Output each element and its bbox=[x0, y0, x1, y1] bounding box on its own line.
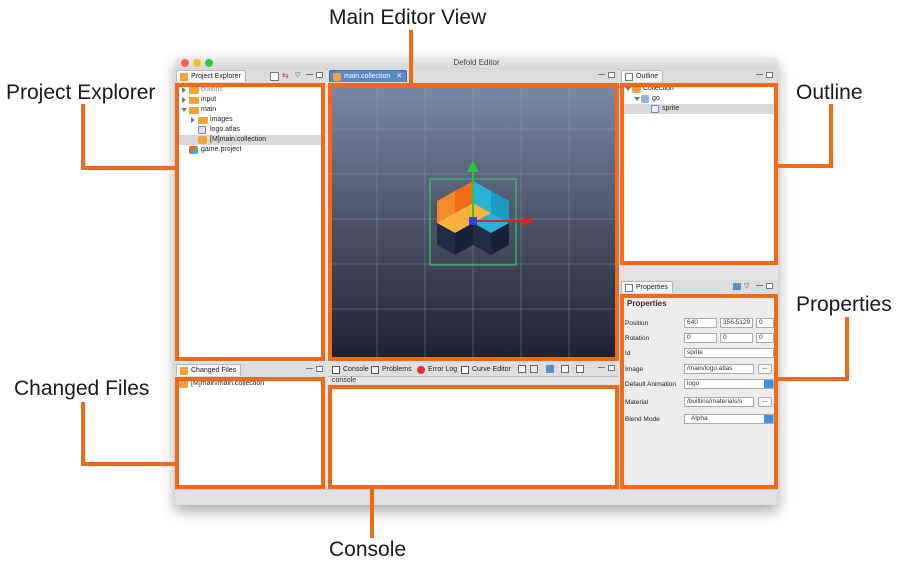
pin-console-icon[interactable] bbox=[546, 365, 554, 373]
changed-files-icon bbox=[180, 367, 188, 375]
error-log-icon bbox=[417, 366, 425, 374]
problems-icon bbox=[371, 366, 379, 374]
highlight-console bbox=[328, 385, 619, 489]
connector-console bbox=[370, 488, 374, 538]
tab-outline-label: Outline bbox=[636, 73, 659, 80]
console-icon bbox=[332, 366, 340, 374]
tab-changed-files[interactable]: Changed Files bbox=[176, 364, 242, 376]
outline-icon bbox=[625, 73, 633, 81]
tab-error-log-label: Error Log bbox=[428, 366, 458, 373]
tab-changed-files-label: Changed Files bbox=[191, 367, 237, 374]
connector-project-explorer bbox=[81, 104, 85, 170]
highlight-project-explorer bbox=[175, 83, 325, 361]
status-bar bbox=[175, 489, 778, 505]
tab-curve-editor[interactable]: Curve Editor bbox=[460, 364, 511, 376]
tab-problems-label: Problems bbox=[382, 366, 412, 373]
annotation-project-explorer: Project Explorer bbox=[6, 81, 156, 104]
tab-properties-label: Properties bbox=[636, 284, 668, 291]
minimize-panel-icon[interactable] bbox=[598, 74, 605, 76]
annotation-outline: Outline bbox=[796, 81, 863, 104]
project-explorer-tabbar: Project Explorer ⇆ ▽ bbox=[175, 69, 326, 84]
tab-problems[interactable]: Problems bbox=[370, 364, 412, 376]
minimize-panel-icon[interactable] bbox=[306, 368, 313, 370]
tab-project-explorer[interactable]: Project Explorer bbox=[176, 70, 246, 82]
tab-main-collection[interactable]: main.collection ✕ bbox=[329, 70, 408, 82]
tab-curve-editor-label: Curve Editor bbox=[472, 366, 511, 373]
minimize-panel-icon[interactable] bbox=[756, 285, 763, 287]
connector-properties bbox=[776, 377, 849, 381]
changed-files-tabbar: Changed Files bbox=[175, 363, 326, 378]
connector-outline bbox=[829, 104, 833, 168]
tab-properties[interactable]: Properties bbox=[621, 281, 673, 293]
tab-project-explorer-label: Project Explorer bbox=[191, 73, 241, 80]
open-console-icon[interactable] bbox=[576, 365, 584, 373]
properties-icon bbox=[625, 284, 633, 292]
maximize-panel-icon[interactable] bbox=[316, 72, 323, 78]
annotation-console: Console bbox=[329, 538, 407, 561]
connector-outline bbox=[776, 164, 833, 168]
highlight-changed-files bbox=[175, 377, 325, 489]
annotation-properties: Properties bbox=[796, 293, 892, 316]
outline-tabbar: Outline bbox=[620, 69, 778, 84]
maximize-panel-icon[interactable] bbox=[316, 366, 323, 372]
connector-properties bbox=[845, 317, 849, 381]
maximize-panel-icon[interactable] bbox=[608, 365, 615, 371]
minimize-panel-icon[interactable] bbox=[756, 74, 763, 76]
clear-console-icon[interactable] bbox=[518, 365, 526, 373]
tab-outline[interactable]: Outline bbox=[621, 70, 664, 82]
tab-main-collection-label: main.collection bbox=[344, 73, 391, 80]
highlight-properties bbox=[620, 294, 778, 489]
connector-changed-files bbox=[81, 462, 176, 466]
tab-error-log[interactable]: Error Log bbox=[416, 364, 457, 376]
connector-project-explorer bbox=[81, 166, 176, 170]
console-tabbar: Console Problems Error Log Curve Editor bbox=[328, 362, 618, 377]
editor-tabbar: main.collection ✕ bbox=[328, 69, 618, 84]
minimize-panel-icon[interactable] bbox=[598, 367, 605, 369]
link-editor-icon[interactable]: ⇆ bbox=[282, 71, 289, 80]
tab-console-label: Console bbox=[343, 366, 369, 373]
tab-console[interactable]: Console bbox=[331, 364, 369, 376]
minimize-panel-icon[interactable] bbox=[306, 74, 313, 76]
curve-editor-icon bbox=[461, 366, 469, 374]
highlight-outline bbox=[620, 83, 778, 265]
maximize-panel-icon[interactable] bbox=[766, 72, 773, 78]
display-console-icon[interactable] bbox=[561, 365, 569, 373]
properties-tabbar: Properties ▽ bbox=[620, 280, 778, 295]
annotation-changed-files: Changed Files bbox=[14, 377, 150, 400]
scroll-lock-icon[interactable] bbox=[530, 365, 538, 373]
pin-properties-icon[interactable] bbox=[733, 283, 741, 290]
console-title: console bbox=[332, 377, 357, 384]
connector-changed-files bbox=[81, 402, 85, 466]
maximize-panel-icon[interactable] bbox=[608, 72, 615, 78]
maximize-panel-icon[interactable] bbox=[766, 283, 773, 289]
close-tab-icon[interactable]: ✕ bbox=[396, 73, 402, 80]
window-title: Defold Editor bbox=[453, 58, 500, 67]
folder-icon bbox=[180, 73, 188, 81]
connector-main-editor bbox=[409, 30, 413, 84]
collapse-all-icon[interactable] bbox=[270, 72, 279, 81]
view-menu-icon[interactable]: ▽ bbox=[744, 282, 749, 291]
collection-icon bbox=[333, 73, 341, 81]
highlight-main-editor bbox=[328, 83, 619, 361]
annotation-main-editor-view: Main Editor View bbox=[329, 6, 487, 29]
view-menu-icon[interactable]: ▽ bbox=[295, 71, 300, 80]
